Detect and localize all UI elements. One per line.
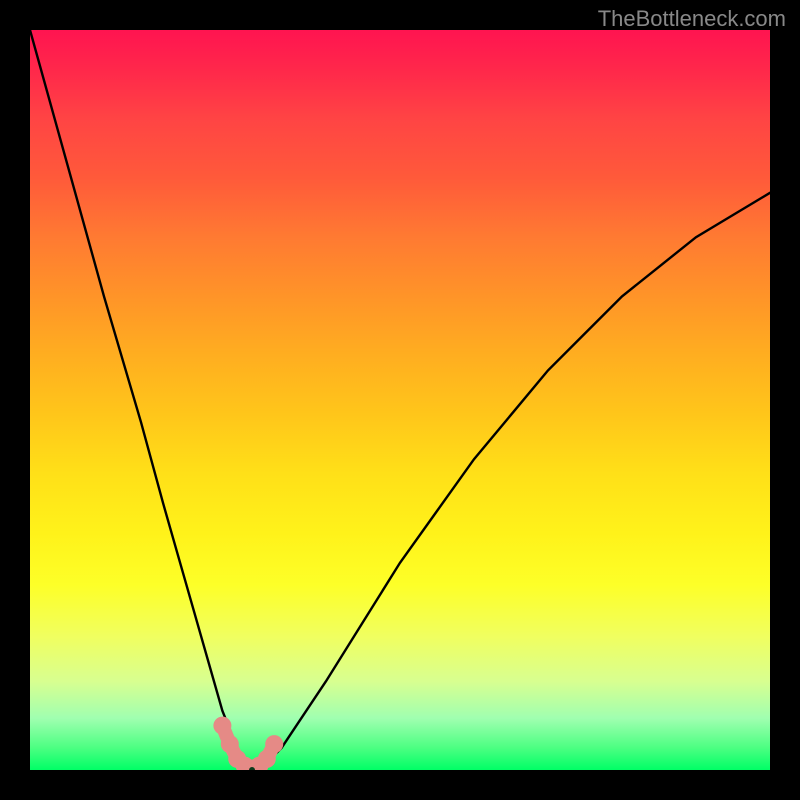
plot-area [30,30,770,770]
watermark-text: TheBottleneck.com [598,6,786,32]
chart-svg [30,30,770,770]
bottleneck-curve [30,30,770,770]
highlighted-range [213,717,283,770]
